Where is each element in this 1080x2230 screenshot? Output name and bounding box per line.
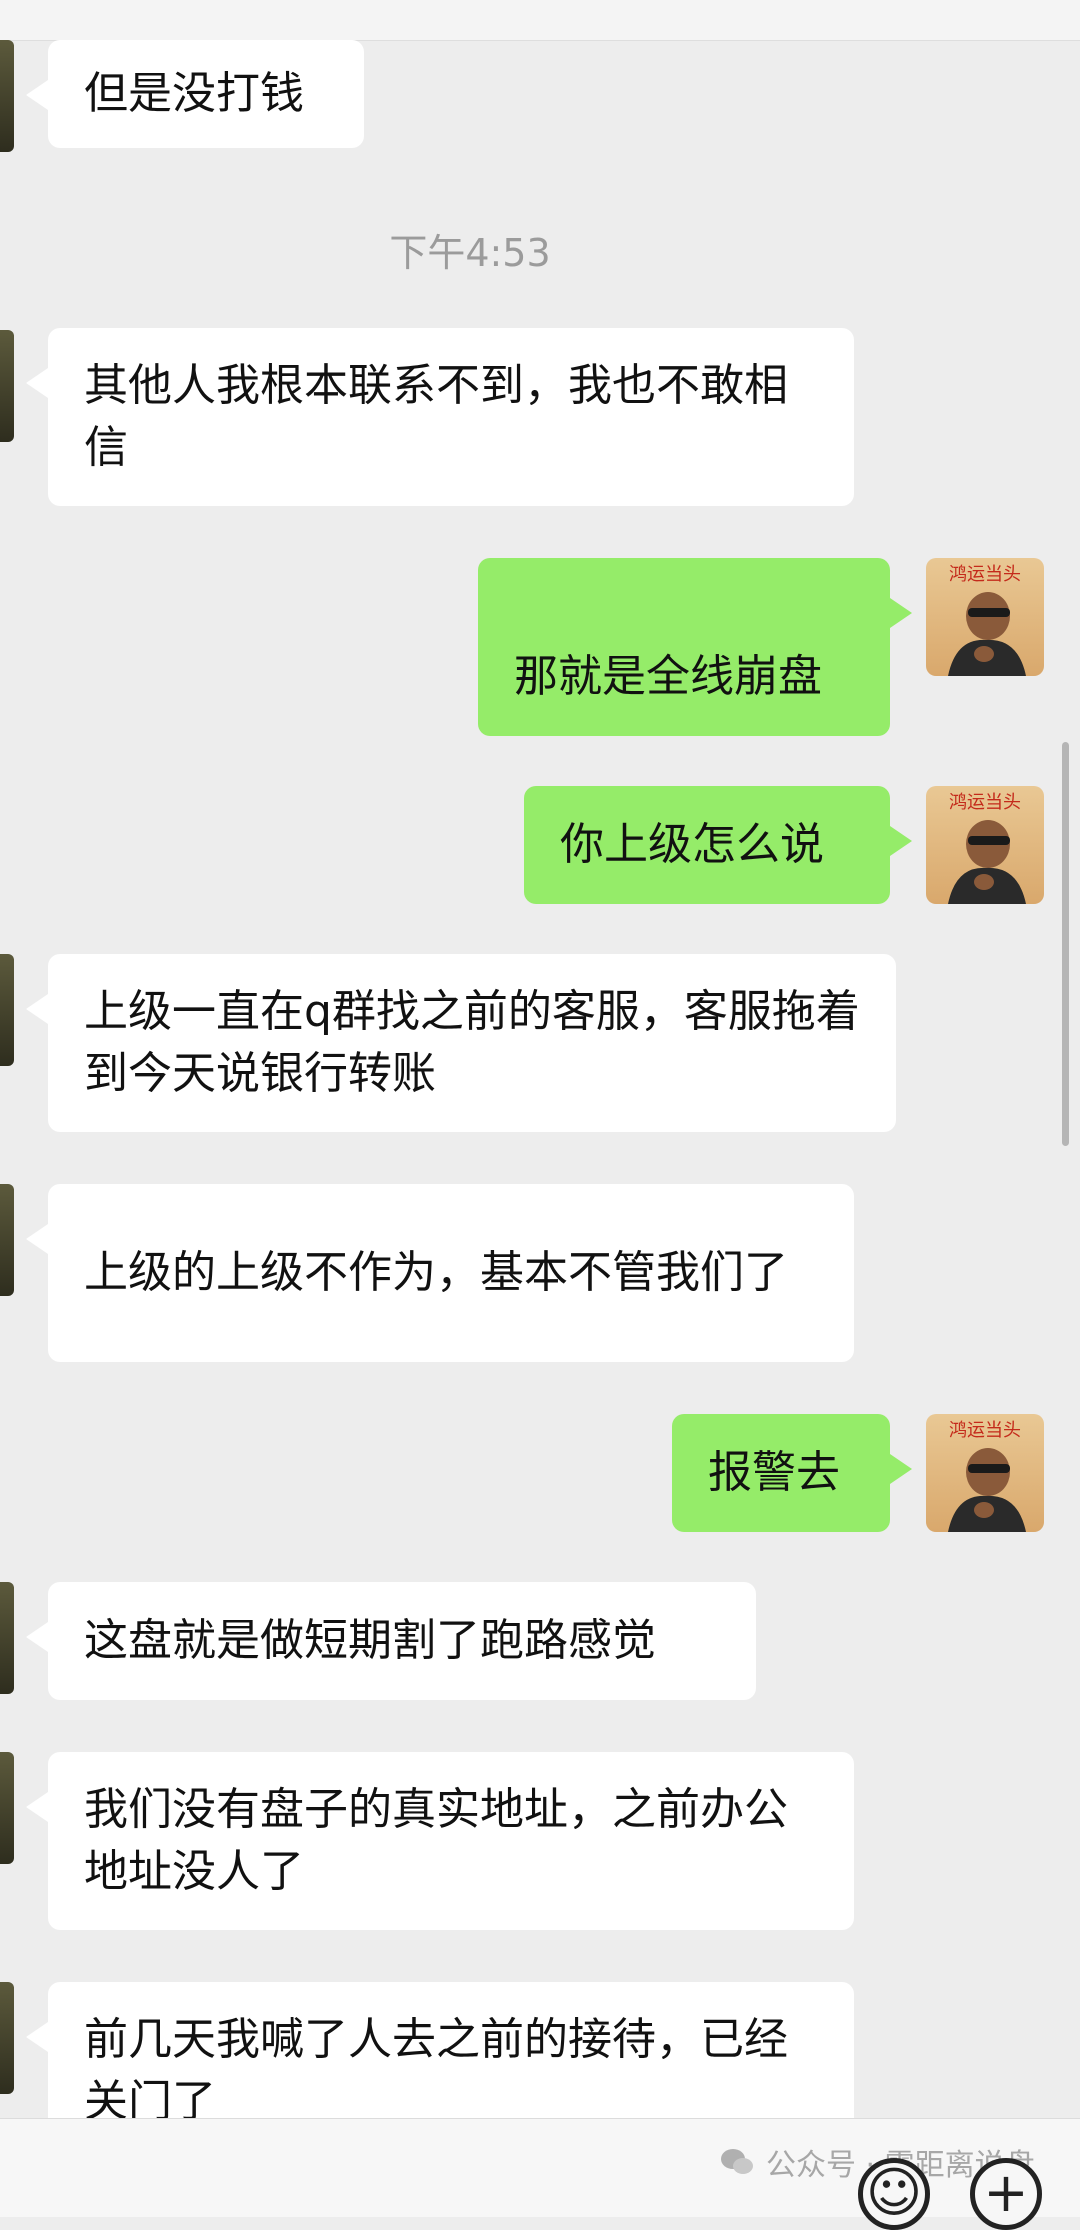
top-bar xyxy=(0,0,1080,41)
message-text: 你上级怎么说 xyxy=(560,819,824,870)
message-bubble-incoming[interactable]: 上级一直在q群找之前的客服，客服拖着到今天说银行转账 xyxy=(26,954,896,1132)
message-bubble-outgoing[interactable]: 那就是全线崩盘 xyxy=(478,558,912,736)
avatar-caption: 鸿运当头 xyxy=(949,1420,1021,1441)
contact-avatar[interactable] xyxy=(0,1184,14,1296)
contact-avatar[interactable] xyxy=(0,1582,14,1694)
message-text: 上级的上级不作为，基本不管我们了 xyxy=(84,1247,788,1298)
message-text: 但是没打钱 xyxy=(84,68,304,119)
contact-avatar[interactable] xyxy=(0,40,14,152)
wechat-icon xyxy=(721,2149,753,2174)
user-avatar[interactable]: 鸿运当头 xyxy=(926,558,1044,676)
message-text: 那就是全线崩盘 xyxy=(514,651,822,702)
contact-avatar[interactable] xyxy=(0,1982,14,2094)
message-bubble-incoming[interactable]: 我们没有盘子的真实地址，之前办公地址没人了 xyxy=(26,1752,854,1930)
plus-icon[interactable]: + xyxy=(970,2158,1042,2230)
message-bubble-incoming[interactable]: 但是没打钱 xyxy=(26,40,364,148)
timestamp: 下午4:53 xyxy=(389,231,551,275)
message-bubble-outgoing[interactable]: 你上级怎么说 xyxy=(524,786,912,904)
emoji-icon[interactable]: ☺ xyxy=(858,2158,930,2230)
message-bubble-incoming[interactable]: 这盘就是做短期割了跑路感觉 xyxy=(26,1582,756,1700)
message-text: 报警去 xyxy=(708,1447,840,1498)
contact-avatar[interactable] xyxy=(0,954,14,1066)
message-bubble-incoming[interactable]: 上级的上级不作为，基本不管我们了 xyxy=(26,1184,854,1362)
contact-avatar[interactable] xyxy=(0,330,14,442)
avatar-caption: 鸿运当头 xyxy=(949,792,1021,813)
message-text: 上级一直在q群找之前的客服，客服拖着到今天说银行转账 xyxy=(84,986,860,1099)
avatar-caption: 鸿运当头 xyxy=(949,564,1021,585)
message-text: 前几天我喊了人去之前的接待，已经关门了 xyxy=(84,2014,788,2127)
user-avatar[interactable]: 鸿运当头 xyxy=(926,786,1044,904)
contact-avatar[interactable] xyxy=(0,1752,14,1864)
message-text: 其他人我根本联系不到，我也不敢相信 xyxy=(84,360,788,473)
user-avatar[interactable]: 鸿运当头 xyxy=(926,1414,1044,1532)
message-bubble-outgoing[interactable]: 报警去 xyxy=(672,1414,912,1532)
message-text: 我们没有盘子的真实地址，之前办公地址没人了 xyxy=(84,1784,788,1897)
message-bubble-incoming[interactable]: 其他人我根本联系不到，我也不敢相信 xyxy=(26,328,854,506)
scrollbar[interactable] xyxy=(1062,742,1069,1146)
message-text: 这盘就是做短期割了跑路感觉 xyxy=(84,1615,656,1666)
